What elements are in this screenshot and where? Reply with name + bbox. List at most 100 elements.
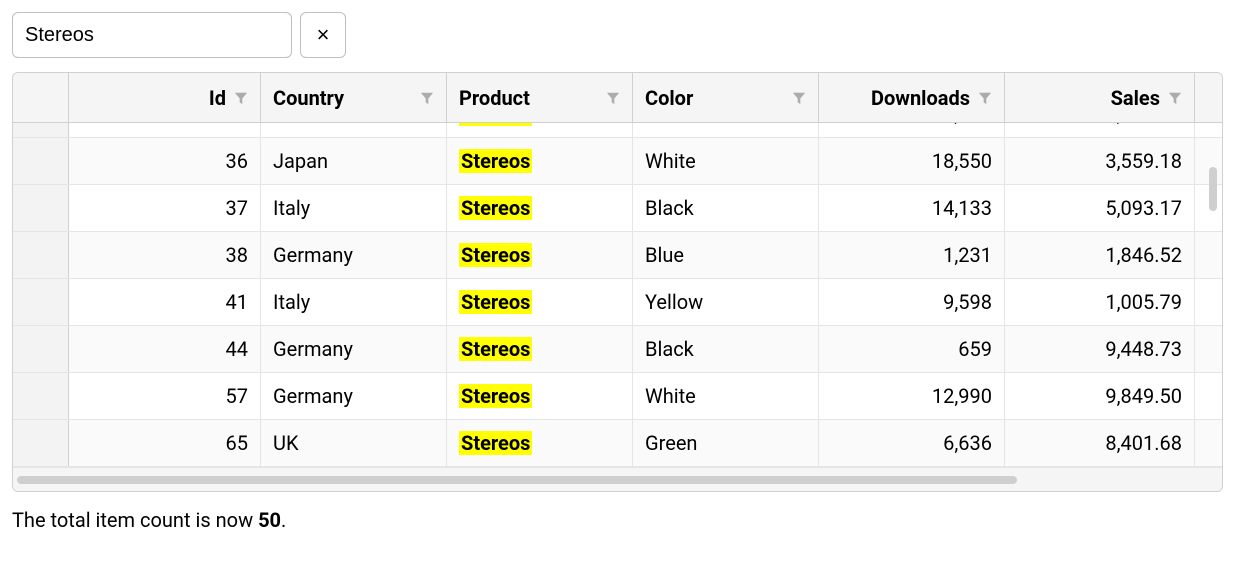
cell-product: Stereos [447,232,633,278]
column-header-downloads[interactable]: Downloads [819,73,1005,122]
footer-prefix: The total item count is now [12,508,258,532]
footer-text: The total item count is now 50. [12,508,1223,532]
row-header[interactable] [13,373,69,419]
table-row[interactable]: 41ItalyStereosYellow9,5981,005.79 [13,279,1222,326]
data-grid: Id Country Product Color Downloads [12,72,1223,492]
row-header[interactable] [13,185,69,231]
cell-product: Stereos [447,279,633,325]
filter-icon[interactable] [420,91,434,105]
filter-icon[interactable] [1168,91,1182,105]
search-highlight: Stereos [459,196,532,220]
filter-icon[interactable] [606,91,620,105]
cell-id: 44 [69,326,261,372]
column-label: Downloads [871,86,970,110]
search-highlight: Stereos [459,243,532,267]
cell-id: 57 [69,373,261,419]
grid-header-row: Id Country Product Color Downloads [13,73,1222,123]
cell-country: Greece [261,123,447,137]
row-header[interactable] [13,279,69,325]
cell-id: 31 [69,123,261,137]
table-row[interactable]: 57GermanyStereosWhite12,9909,849.50 [13,373,1222,420]
cell-product: Stereos [447,138,633,184]
cell-product: Stereos [447,373,633,419]
cell-downloads: 10,089 [819,123,1005,137]
column-header-color[interactable]: Color [633,73,819,122]
search-highlight: Stereos [459,290,532,314]
row-header[interactable] [13,232,69,278]
column-label: Product [459,86,530,110]
cell-downloads: 659 [819,326,1005,372]
table-row[interactable]: 65UK Stereos Green6,6368,401.68 [13,420,1222,467]
filter-icon[interactable] [978,91,992,105]
cell-product: Stereos [447,326,633,372]
close-icon: × [317,24,330,46]
cell-id: 36 [69,138,261,184]
row-header[interactable] [13,138,69,184]
cell-product: Stereos [447,185,633,231]
cell-downloads: 14,133 [819,185,1005,231]
cell-sales: 5,093.17 [1005,185,1195,231]
cell-sales: 8,264.50 [1005,123,1195,137]
row-header[interactable] [13,123,69,137]
horizontal-scrollbar[interactable] [13,467,1222,491]
cell-downloads: 6,636 [819,420,1005,466]
cell-sales: 1,846.52 [1005,232,1195,278]
column-header-sales[interactable]: Sales [1005,73,1195,122]
table-row[interactable]: 31Greece Stereos White10,0898,264.50 [13,123,1222,138]
horizontal-scrollbar-thumb[interactable] [17,476,1017,484]
vertical-scrollbar[interactable] [1204,123,1222,467]
table-row[interactable]: 44Germany Stereos Black6599,448.73 [13,326,1222,373]
column-header-spacer [1195,73,1222,122]
search-highlight: Stereos [459,384,532,408]
cell-downloads: 18,550 [819,138,1005,184]
column-header-country[interactable]: Country [261,73,447,122]
cell-color: White [633,123,819,137]
search-highlight: Stereos [459,123,532,126]
cell-sales: 9,448.73 [1005,326,1195,372]
footer-count: 50 [258,508,281,532]
cell-color: Green [633,420,819,466]
grid-body[interactable]: 31GreeceStereosWhite10,0898,264.5036Japa… [13,123,1222,467]
column-label: Country [273,86,344,110]
cell-id: 38 [69,232,261,278]
column-header-product[interactable]: Product [447,73,633,122]
column-label: Color [645,86,693,110]
cell-color: White [633,138,819,184]
cell-color: Yellow [633,279,819,325]
cell-downloads: 9,598 [819,279,1005,325]
cell-country: Germany [261,373,447,419]
search-highlight: Stereos [459,149,532,173]
cell-country: Germany [261,326,447,372]
cell-country: Japan [261,138,447,184]
cell-downloads: 12,990 [819,373,1005,419]
cell-id: 37 [69,185,261,231]
cell-product: Stereos [447,420,633,466]
cell-color: Black [633,185,819,231]
cell-country: Italy [261,185,447,231]
cell-id: 41 [69,279,261,325]
clear-search-button[interactable]: × [300,12,346,58]
cell-sales: 3,559.18 [1005,138,1195,184]
search-highlight: Stereos [459,431,532,455]
column-header-id[interactable]: Id [69,73,261,122]
row-header[interactable] [13,420,69,466]
cell-country: Germany [261,232,447,278]
cell-color: Black [633,326,819,372]
table-row[interactable]: 36Japan Stereos White18,5503,559.18 [13,138,1222,185]
cell-id: 65 [69,420,261,466]
search-input[interactable] [12,12,292,58]
filter-icon[interactable] [234,91,248,105]
cell-country: UK [261,420,447,466]
cell-downloads: 1,231 [819,232,1005,278]
filter-icon[interactable] [792,91,806,105]
table-row[interactable]: 38Germany Stereos Blue1,2311,846.52 [13,232,1222,279]
cell-sales: 8,401.68 [1005,420,1195,466]
column-header-rowhead[interactable] [13,73,69,122]
footer-suffix: . [281,508,286,532]
column-label: Id [209,86,226,110]
search-highlight: Stereos [459,337,532,361]
row-header[interactable] [13,326,69,372]
table-row[interactable]: 37Italy Stereos Black14,1335,093.17 [13,185,1222,232]
vertical-scrollbar-thumb[interactable] [1209,167,1217,211]
cell-color: Blue [633,232,819,278]
